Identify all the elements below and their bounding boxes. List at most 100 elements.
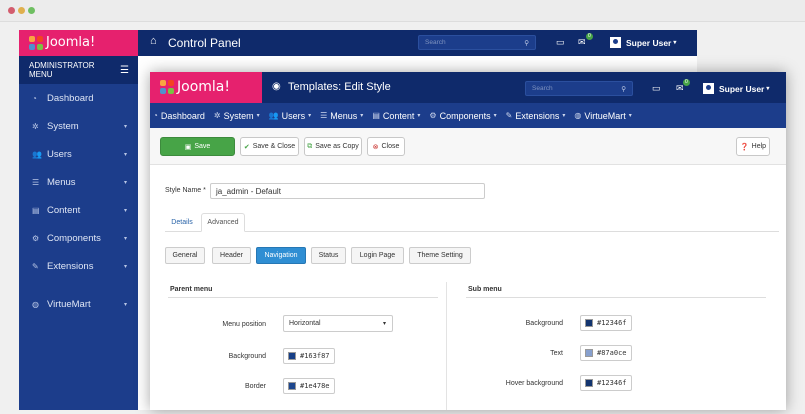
sidebar-item-system[interactable]: ✲ System ▾ [19,112,138,140]
check-icon: ✔ [243,143,250,151]
save-button[interactable]: ▣ Save [160,137,235,156]
sub-text-color[interactable]: #87a0ce [580,345,632,361]
sub-background-label: Background [525,320,563,327]
monitor-icon[interactable]: ▭ [652,83,661,94]
search-input[interactable]: Search ⚲ [418,35,536,50]
nav-item-label: Menus [330,110,358,121]
close-icon: ⊗ [372,143,379,151]
user-menu[interactable]: Super User ▾ [610,37,676,48]
close-button[interactable]: ⊗ Close [367,137,405,156]
joomla-logo-icon [29,35,43,50]
sidebar-item-menus[interactable]: ☰ Menus ▾ [19,168,138,196]
style-name-field[interactable]: ja_admin - Default [210,183,485,199]
nav-item-virtuemart[interactable]: ◍ VirtueMart ▾ [574,111,631,121]
sub-menu-heading: Sub menu [468,286,502,293]
cogs-icon: ⚙ [32,233,40,243]
chevron-down-icon: ▾ [123,151,127,158]
pill-login-page[interactable]: Login Page [351,247,404,264]
sub-text-label: Text [550,350,563,357]
search-input[interactable]: Search ⚲ [525,81,633,96]
nav-item-users[interactable]: 👥 Users ▾ [269,111,312,121]
page-title: Control Panel [168,36,241,50]
chevron-down-icon: ▾ [123,207,127,214]
monitor-icon[interactable]: ▭ [556,37,565,48]
chevron-down-icon: ▾ [256,113,260,119]
sub-background-color[interactable]: #12346f [580,315,632,331]
nav-icon: ◔ [153,111,158,120]
logo-area[interactable]: Joomla! [19,30,138,56]
user-menu[interactable]: Super User ▾ [703,83,769,94]
user-avatar-icon [703,83,714,94]
color-swatch [288,382,296,390]
logo-text: Joomla! [177,79,230,95]
save-close-button[interactable]: ✔ Save & Close [240,137,299,156]
chevron-down-icon: ▾ [493,113,497,119]
menu-position-select[interactable]: Horizontal ▾ [283,315,393,332]
nav-item-dashboard[interactable]: ◔ Dashboard [153,111,205,121]
globe-icon: ◍ [32,299,39,309]
tab-advanced[interactable]: Advanced [201,213,245,232]
user-avatar-icon [610,37,621,48]
sidebar-item-components[interactable]: ⚙ Components ▾ [19,224,138,252]
chevron-down-icon: ▾ [382,321,386,327]
sidebar-item-content[interactable]: ▤ Content ▾ [19,196,138,224]
menu-toggle-icon[interactable]: ☰ [120,65,129,76]
parent-border-label: Border [244,383,266,390]
notification-badge: 0 [586,33,593,40]
nav-item-system[interactable]: ✲ System ▾ [214,111,260,121]
pill-header[interactable]: Header [212,247,251,264]
copy-icon: ⧉ [307,142,313,150]
search-icon: ⚲ [524,39,529,47]
sidebar-item-users[interactable]: 👥 Users ▾ [19,140,138,168]
chevron-down-icon: ▾ [673,40,677,46]
sidebar-item-dashboard[interactable]: ◔ Dashboard [19,84,138,112]
page-title: Templates: Edit Style [288,81,391,93]
nav-item-components[interactable]: ⚙ Components ▾ [429,111,496,121]
file-icon: ▤ [32,205,40,215]
mail-icon[interactable]: ✉ [676,83,684,94]
nav-item-label: VirtueMart [584,110,626,121]
sidebar-header[interactable]: ADMINISTRATOR MENU ☰ [19,56,138,84]
sidebar-item-extensions[interactable]: ✎ Extensions ▾ [19,252,138,280]
minimize-dot-icon[interactable] [18,7,25,14]
chevron-down-icon: ▾ [417,113,421,119]
pill-general[interactable]: General [165,247,205,264]
maximize-dot-icon[interactable] [28,7,35,14]
chevron-down-icon: ▾ [562,113,566,119]
nav-icon: ◍ [574,111,582,120]
parent-background-color[interactable]: #163f87 [283,348,335,364]
divider [466,297,766,298]
chevron-down-icon: ▾ [766,86,770,92]
color-swatch [585,349,593,357]
nav-icon: ✎ [505,111,513,120]
chevron-down-icon: ▾ [360,113,364,119]
parent-border-color[interactable]: #1e478e [283,378,335,394]
sidebar-item-label: VirtueMart [47,298,91,310]
color-swatch [585,319,593,327]
parent-background-label: Background [228,353,266,360]
logo-text: Joomla! [46,35,96,50]
logo-area[interactable]: Joomla! [150,72,262,103]
nav-item-label: Dashboard [160,110,205,121]
sidebar-item-virtuemart[interactable]: ◍ VirtueMart ▾ [19,290,138,318]
sidebar-item-label: Content [47,204,81,216]
pill-navigation[interactable]: Navigation [256,247,306,264]
notification-badge: 0 [683,79,690,86]
help-icon: ❓ [739,143,749,151]
pill-theme-setting[interactable]: Theme Setting [409,247,471,264]
help-button[interactable]: ❓ Help [736,137,770,156]
nav-item-extensions[interactable]: ✎ Extensions ▾ [506,111,566,121]
nav-item-label: Components [439,110,491,121]
close-dot-icon[interactable] [8,7,15,14]
search-icon: ⚲ [621,85,626,93]
nav-item-content[interactable]: ▤ Content ▾ [372,111,420,121]
mail-icon[interactable]: ✉ [578,37,586,48]
sub-hover-color[interactable]: #12346f [580,375,632,391]
save-copy-button[interactable]: ⧉ Save as Copy [304,137,362,156]
main-nav: ◔ Dashboard ✲ System ▾ 👥 Users ▾ ☰ Menus ▾ ▤ Content… [150,103,786,128]
pill-status[interactable]: Status [311,247,346,264]
nav-item-menus[interactable]: ☰ Menus ▾ [320,111,363,121]
menu-position-label: Menu position [222,321,266,328]
tab-details[interactable]: Details [165,213,199,232]
eye-icon: ◉ [272,81,281,92]
